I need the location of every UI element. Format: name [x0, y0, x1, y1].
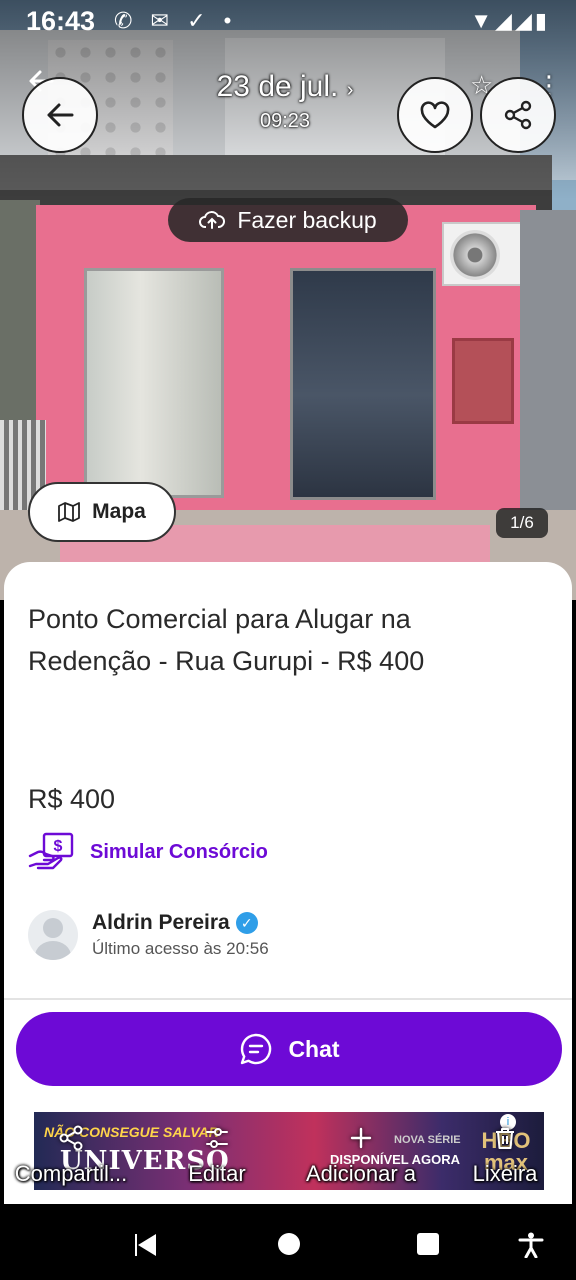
- map-icon: [58, 502, 81, 522]
- photo-glass-door-left: [84, 268, 224, 498]
- listing-title: Ponto Comercial para Alugar na Redenção …: [28, 604, 425, 676]
- chat-button[interactable]: Chat: [16, 1012, 562, 1086]
- avatar: [28, 910, 78, 960]
- chat-label: Chat: [288, 1035, 340, 1062]
- status-bar: 16:43 ✆ ✉ ✓ • ▼◢◢▮: [0, 0, 576, 44]
- photo-electric-panel: [452, 338, 514, 424]
- arrow-left-icon: [47, 103, 74, 127]
- action-share-label: Compartil...: [14, 1161, 128, 1186]
- verified-badge-icon: ✓: [235, 912, 258, 934]
- trash-icon: [430, 1124, 576, 1160]
- action-edit-label: Editar: [188, 1161, 246, 1186]
- action-add-to-label: Adicionar a: [305, 1161, 417, 1186]
- chat-bubble-icon: [241, 1033, 272, 1065]
- notification-icons: ✆ ✉ ✓ •: [114, 8, 238, 33]
- share-button[interactable]: [480, 77, 556, 153]
- photo-date-title: 23 de jul.: [216, 70, 339, 103]
- back-button[interactable]: [22, 77, 98, 153]
- map-button[interactable]: Mapa: [28, 482, 176, 542]
- plus-icon: [286, 1124, 436, 1160]
- chevron-right-icon: ›: [346, 79, 354, 101]
- seller-info[interactable]: Aldrin Pereira ✓ Último acesso às 20:56: [28, 910, 269, 960]
- cloud-upload-icon: [199, 211, 226, 229]
- simulate-consortium-link[interactable]: $ Simular Consórcio: [28, 832, 268, 872]
- nav-home-icon[interactable]: [277, 1232, 301, 1256]
- seller-name: Aldrin Pereira: [92, 911, 230, 934]
- accessibility-icon[interactable]: [518, 1232, 544, 1258]
- photo-time: 09:23: [259, 110, 311, 132]
- seller-last-access: Último acesso às 20:56: [92, 939, 269, 958]
- action-edit[interactable]: Editar: [142, 1124, 292, 1188]
- edit-sliders-icon: [142, 1124, 292, 1160]
- system-nav-bar: [0, 1206, 576, 1280]
- money-hand-icon: $: [28, 832, 74, 870]
- map-label: Mapa: [92, 500, 146, 523]
- action-share[interactable]: Compartil...: [0, 1124, 146, 1188]
- photo-right-wall: [520, 210, 576, 550]
- backup-button[interactable]: Fazer backup: [168, 198, 408, 242]
- photo-date[interactable]: 23 de jul. › 09:23: [200, 70, 370, 133]
- share-icon: [0, 1124, 146, 1160]
- action-trash[interactable]: Lixeira: [430, 1124, 576, 1188]
- nav-recents-icon[interactable]: [416, 1232, 440, 1256]
- listing-card: Ponto Comercial para Alugar na Redenção …: [4, 562, 572, 1204]
- nav-back-icon[interactable]: [134, 1232, 160, 1258]
- photo-counter: 1/6: [496, 508, 548, 538]
- divider: [4, 998, 572, 1000]
- listing-price: R$ 400: [28, 784, 116, 814]
- simulate-consortium-label: Simular Consórcio: [90, 840, 268, 863]
- backup-label: Fazer backup: [237, 206, 377, 233]
- gallery-action-bar: Compartil... Editar Adicionar a Lixeira: [0, 1124, 576, 1206]
- svg-text:$: $: [54, 838, 63, 855]
- favorite-button[interactable]: [397, 77, 473, 153]
- status-time: 16:43: [26, 6, 96, 36]
- share-icon: [504, 100, 532, 130]
- photo-glass-door-right: [290, 268, 436, 500]
- action-add-to[interactable]: Adicionar a: [286, 1124, 436, 1188]
- action-trash-label: Lixeira: [472, 1161, 538, 1186]
- signal-battery-icons: ▼◢◢▮: [470, 8, 550, 33]
- heart-icon: [420, 101, 450, 129]
